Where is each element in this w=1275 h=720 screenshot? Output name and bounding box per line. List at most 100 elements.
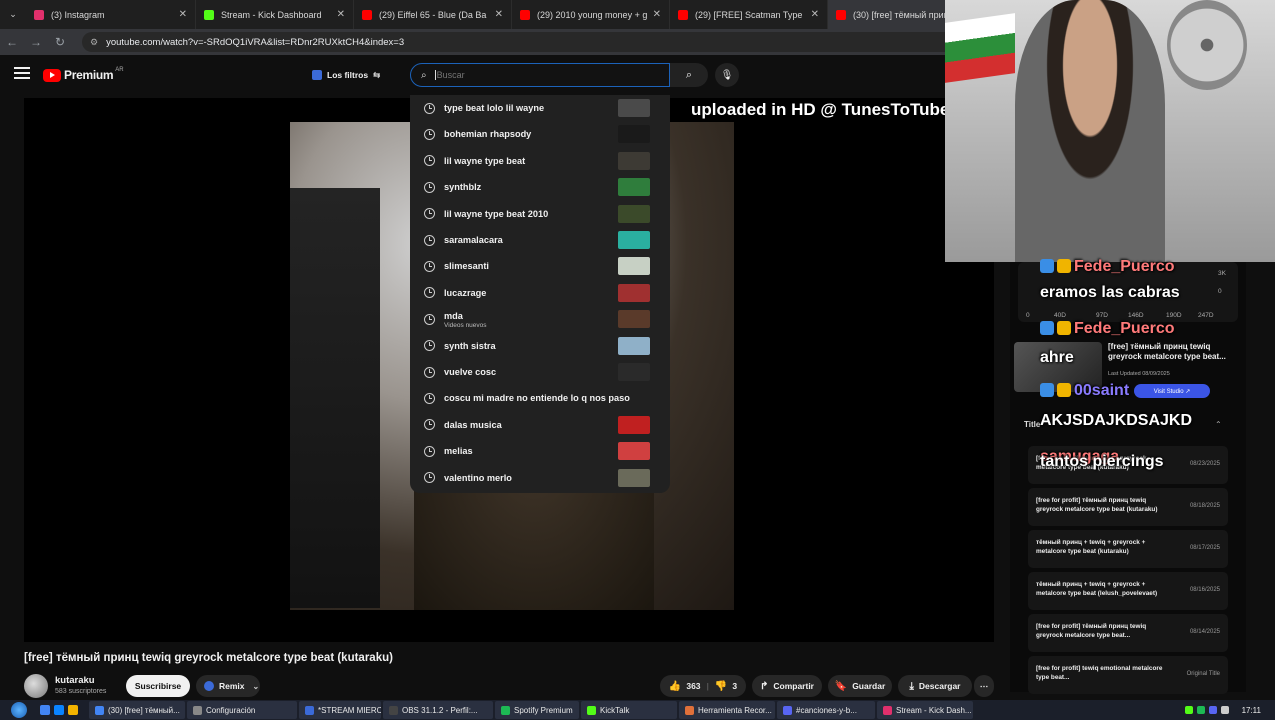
suggestion-item[interactable]: lil wayne type beat bbox=[410, 148, 670, 174]
taskbar-window-button[interactable]: *STREAM MIERCO... bbox=[299, 701, 381, 719]
suggestion-label: coscu mi madre no entiende lo q nos paso bbox=[444, 393, 630, 404]
taskbar-window-button[interactable]: OBS 31.1.2 - Perfil:... bbox=[383, 701, 493, 719]
suggestion-item[interactable]: coscu mi madre no entiende lo q nos paso bbox=[410, 385, 670, 411]
suggestion-label: mda bbox=[444, 311, 463, 322]
taskbar-window-button[interactable]: Configuración bbox=[187, 701, 297, 719]
tab-close-icon[interactable]: ✕ bbox=[495, 9, 503, 20]
youtube-logo[interactable]: Premium AR bbox=[43, 67, 124, 82]
suggestion-item[interactable]: valentino merlo bbox=[410, 465, 670, 491]
suggestion-item[interactable]: saramalacara bbox=[410, 227, 670, 253]
title-history-date: 08/18/2025 bbox=[1189, 503, 1220, 509]
start-button[interactable] bbox=[0, 700, 38, 720]
suggestion-label: saramalacara bbox=[444, 235, 503, 245]
tab-close-icon[interactable]: ✕ bbox=[179, 9, 187, 20]
taskbar-window-label: #canciones-y-b... bbox=[796, 705, 857, 715]
more-actions-button[interactable]: ⋯ bbox=[974, 675, 994, 697]
tray-icon[interactable] bbox=[1209, 706, 1217, 714]
search-button[interactable]: ⌕ bbox=[670, 63, 708, 87]
dislike-count[interactable]: 3 bbox=[732, 681, 737, 691]
remix-button[interactable]: Remix ⌄ bbox=[196, 675, 260, 697]
title-history-item[interactable]: [free for profit] тёмный принц tewiq gre… bbox=[1028, 614, 1228, 652]
dislike-icon[interactable]: 👎 bbox=[715, 681, 727, 692]
tray-icon[interactable] bbox=[1185, 706, 1193, 714]
chat-username: Fede_Puerco bbox=[1074, 258, 1175, 275]
chrome-icon[interactable] bbox=[40, 705, 50, 715]
like-count[interactable]: 363 bbox=[686, 681, 700, 691]
search-input[interactable] bbox=[434, 70, 635, 80]
suggestion-item[interactable]: lil wayne type beat 2010 bbox=[410, 201, 670, 227]
suggestion-item[interactable]: type beat lolo lil wayne bbox=[410, 95, 670, 121]
channel-avatar[interactable] bbox=[24, 674, 48, 698]
menu-icon[interactable] bbox=[14, 67, 30, 81]
title-history-item[interactable]: [free for profit] тёмный принц tewiq gre… bbox=[1028, 488, 1228, 526]
taskbar-window-button[interactable]: Stream - Kick Dash... bbox=[877, 701, 973, 719]
stats-label: 0 bbox=[1026, 312, 1030, 319]
volume-icon[interactable] bbox=[1221, 706, 1229, 714]
taskbar-window-button[interactable]: Herramienta Recor... bbox=[679, 701, 775, 719]
taskbar-window-button[interactable]: Spotify Premium bbox=[495, 701, 579, 719]
taskbar-window-button[interactable]: (30) [free] тёмный... bbox=[89, 701, 185, 719]
suggestion-label: melias bbox=[444, 446, 473, 457]
forward-button[interactable]: → bbox=[24, 35, 48, 49]
suggestion-item[interactable]: slimesanti bbox=[410, 253, 670, 279]
title-history-item[interactable]: тёмный принц + tewiq + greyrock + metalc… bbox=[1028, 530, 1228, 568]
browser-tab[interactable]: (29) [FREE] Scatman Type Beat ✕ bbox=[670, 0, 828, 29]
browser-tab[interactable]: Stream - Kick Dashboard ✕ bbox=[196, 0, 354, 29]
suggestion-item[interactable]: melias bbox=[410, 438, 670, 464]
site-info-icon[interactable]: ⚙ bbox=[90, 37, 98, 48]
taskbar-window-button[interactable]: #canciones-y-b... bbox=[777, 701, 875, 719]
share-button[interactable]: ↱ Compartir bbox=[752, 675, 822, 697]
voice-search-button[interactable]: 🎙 bbox=[715, 63, 739, 87]
suggestion-item[interactable]: synth sistra bbox=[410, 333, 670, 359]
title-history-item[interactable]: [free for profit] tewiq emotional metalc… bbox=[1028, 656, 1228, 694]
tab-search-button[interactable]: ⌄ bbox=[0, 0, 26, 29]
edge-icon[interactable] bbox=[54, 705, 64, 715]
chevron-up-icon[interactable]: ⌃ bbox=[1215, 420, 1222, 429]
tab-close-icon[interactable]: ✕ bbox=[337, 9, 345, 20]
download-button[interactable]: ⤓ Descargar bbox=[898, 675, 972, 697]
clock: 17:11 bbox=[1241, 705, 1261, 715]
stats-label: 3K bbox=[1218, 270, 1226, 277]
suggestion-item[interactable]: mda Videos nuevos bbox=[410, 306, 670, 332]
download-icon: ⤓ bbox=[909, 680, 914, 692]
tab-label: (29) [FREE] Scatman Type Beat bbox=[695, 9, 805, 20]
chat-message: AKJSDAJKDSAJKD bbox=[1040, 412, 1193, 429]
bookmark-icon: 🔖 bbox=[834, 680, 848, 692]
channel-name[interactable]: kutaraku bbox=[55, 675, 95, 686]
browser-tab[interactable]: (29) Eiffel 65 - Blue (Da Ba Dee ✕ bbox=[354, 0, 512, 29]
suggestion-item[interactable]: bohemian rhapsody bbox=[410, 121, 670, 147]
save-button[interactable]: 🔖 Guardar bbox=[828, 675, 892, 697]
history-icon bbox=[424, 445, 435, 457]
suggestion-item[interactable]: dalas musica bbox=[410, 412, 670, 438]
suggestion-thumbnail bbox=[618, 310, 650, 329]
taskbar-window-button[interactable]: KickTalk bbox=[581, 701, 677, 719]
logo-text: Premium bbox=[64, 68, 114, 82]
back-button[interactable]: ← bbox=[0, 35, 24, 49]
history-icon bbox=[424, 181, 435, 193]
browser-tab[interactable]: (29) 2010 young money + glo ✕ bbox=[512, 0, 670, 29]
filters-button[interactable]: Los filtros ⇆ bbox=[306, 66, 386, 84]
browser-tab[interactable]: (30) [free] тёмный принц tew bbox=[828, 0, 954, 29]
search-icon: ⌕ bbox=[421, 69, 427, 81]
tab-close-icon[interactable]: ✕ bbox=[653, 9, 661, 20]
suggestion-item[interactable]: vuelve cosc bbox=[410, 359, 670, 385]
folder-icon[interactable] bbox=[68, 705, 78, 715]
suggestion-item[interactable]: lucazrage bbox=[410, 280, 670, 306]
stats-label: 190D bbox=[1166, 312, 1182, 319]
suggestion-item[interactable]: synthblz bbox=[410, 174, 670, 200]
browser-tab[interactable]: (3) Instagram ✕ bbox=[26, 0, 196, 29]
suggestion-label: bohemian rhapsody bbox=[444, 129, 532, 140]
visit-studio-button[interactable]: Visit Studio ↗ bbox=[1134, 384, 1210, 398]
tab-close-icon[interactable]: ✕ bbox=[811, 9, 819, 20]
title-history-date: Original Title bbox=[1186, 671, 1220, 677]
suggestion-label: valentino merlo bbox=[444, 472, 512, 483]
tray-icon[interactable] bbox=[1197, 706, 1205, 714]
reload-button[interactable]: ↻ bbox=[48, 35, 72, 49]
suggestion-thumbnail bbox=[618, 151, 650, 170]
tab-favicon-icon bbox=[204, 9, 214, 20]
suggestion-thumbnail bbox=[618, 468, 650, 487]
app-icon bbox=[305, 705, 314, 715]
subscribe-button[interactable]: Suscribirse bbox=[126, 675, 190, 697]
like-icon[interactable]: 👍 bbox=[669, 681, 681, 692]
title-history-item[interactable]: тёмный принц + tewiq + greyrock + metalc… bbox=[1028, 572, 1228, 610]
